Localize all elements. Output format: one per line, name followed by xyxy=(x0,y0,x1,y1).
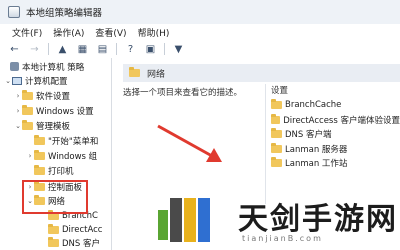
folder-icon xyxy=(129,67,140,77)
folder-icon xyxy=(34,149,45,160)
menu-help[interactable]: 帮助(H) xyxy=(138,26,170,39)
folder-icon xyxy=(271,142,282,153)
highlight-box xyxy=(22,180,88,214)
details-header-title: 网络 xyxy=(147,69,166,80)
folder-icon xyxy=(271,157,282,168)
tree-item-label: Windows 组 xyxy=(48,151,98,162)
filter-icon[interactable]: ▼ xyxy=(172,43,185,56)
folder-icon xyxy=(271,128,282,139)
tree-item-local-policy[interactable]: 本地计算机 策略 xyxy=(2,60,84,73)
folder-icon xyxy=(22,104,33,115)
toolbar-separator xyxy=(116,43,117,55)
watermark: 天剑手游网 tianjianB.com xyxy=(146,188,400,250)
watermark-url: tianjianB.com xyxy=(242,234,323,243)
app-icon xyxy=(8,6,20,18)
title-bar: 本地组策略编辑器 xyxy=(0,0,400,24)
setting-item-label: DNS 客户端 xyxy=(285,130,332,141)
tree-item-label: 计算机配置 xyxy=(25,76,68,87)
setting-item-label: Lanman 工作站 xyxy=(285,159,348,170)
folder-icon xyxy=(271,99,282,110)
menu-file[interactable]: 文件(F) xyxy=(12,26,42,39)
tree-item-label: 本地计算机 策略 xyxy=(22,62,85,73)
tree-item-windows-settings[interactable]: › Windows 设置 xyxy=(14,104,94,117)
setting-item-lanman-workstation[interactable]: Lanman 工作站 xyxy=(271,156,400,171)
setting-item-lanman-server[interactable]: Lanman 服务器 xyxy=(271,142,400,157)
setting-item-label: BranchCache xyxy=(285,100,342,111)
folder-icon xyxy=(22,119,33,130)
folder-icon xyxy=(48,236,59,247)
folder-icon xyxy=(48,223,59,234)
chevron-right-icon[interactable]: › xyxy=(14,92,22,100)
folder-icon xyxy=(34,164,45,175)
annotation-arrow-icon xyxy=(157,124,222,162)
tree-item-label: 打印机 xyxy=(48,166,74,177)
console-tree: 本地计算机 策略 ⌄ 计算机配置 › 软件设置 › Windows 设置 ⌄ 管… xyxy=(0,58,112,250)
setting-item-directaccess[interactable]: DirectAccess 客户端体验设置 xyxy=(271,113,400,128)
computer-icon xyxy=(12,76,22,85)
computer-policy-icon xyxy=(10,62,19,71)
help-icon[interactable]: ? xyxy=(124,43,137,56)
tree-item-windows-components[interactable]: › Windows 组 xyxy=(26,149,97,162)
chevron-right-icon[interactable]: › xyxy=(26,152,34,160)
folder-icon xyxy=(22,89,33,100)
tree-item-label: DirectAcc xyxy=(62,224,103,235)
folder-icon xyxy=(34,134,45,145)
setting-item-dns-client[interactable]: DNS 客户端 xyxy=(271,127,400,142)
view-icon[interactable]: ▣ xyxy=(144,43,157,56)
settings-column-header[interactable]: 设置 xyxy=(271,84,288,96)
chevron-down-icon[interactable]: ⌄ xyxy=(4,77,12,85)
toolbar: ← → ▲ ▦ ▤ ? ▣ ▼ xyxy=(0,40,400,58)
setting-item-label: Lanman 服务器 xyxy=(285,144,348,155)
chevron-down-icon[interactable]: ⌄ xyxy=(14,122,22,130)
tree-item-directaccess[interactable]: DirectAcc xyxy=(48,223,102,236)
menu-bar: 文件(F) 操作(A) 查看(V) 帮助(H) xyxy=(0,24,400,40)
setting-item-branchcache[interactable]: BranchCache xyxy=(271,98,400,113)
tree-item-printers[interactable]: 打印机 xyxy=(26,164,74,177)
menu-action[interactable]: 操作(A) xyxy=(53,26,84,39)
tree-item-label: DNS 客户 xyxy=(62,238,101,249)
toolbar-separator xyxy=(48,43,49,55)
menu-view[interactable]: 查看(V) xyxy=(95,26,126,39)
details-header: 网络 xyxy=(123,64,400,82)
watermark-logo-icon xyxy=(158,198,210,242)
forward-icon[interactable]: → xyxy=(28,43,41,56)
tree-item-label: Windows 设置 xyxy=(36,106,94,117)
tree-item-admin-templates[interactable]: ⌄ 管理模板 xyxy=(14,119,70,132)
watermark-text: 天剑手游网 xyxy=(238,202,398,237)
tree-item-software-settings[interactable]: › 软件设置 xyxy=(14,89,70,102)
description-text: 选择一个项目来查看它的描述。 xyxy=(123,88,243,98)
chevron-right-icon[interactable]: › xyxy=(14,107,22,115)
tree-item-label: 管理模板 xyxy=(36,121,71,132)
properties-icon[interactable]: ▤ xyxy=(96,43,109,56)
tree-item-dns-client[interactable]: DNS 客户 xyxy=(48,236,100,249)
window-title: 本地组策略编辑器 xyxy=(26,8,103,19)
folder-icon xyxy=(271,113,281,124)
show-tree-icon[interactable]: ▦ xyxy=(76,43,89,56)
back-icon[interactable]: ← xyxy=(8,43,21,56)
tree-item-computer-config[interactable]: ⌄ 计算机配置 xyxy=(4,74,68,87)
up-folder-icon[interactable]: ▲ xyxy=(56,43,69,56)
settings-list: BranchCache DirectAccess 客户端体验设置 DNS 客户端… xyxy=(271,98,400,171)
setting-item-label: DirectAccess 客户端体验设置 xyxy=(283,115,400,126)
tree-item-label: "开始"菜单和 xyxy=(48,136,99,147)
column-divider xyxy=(265,84,266,204)
tree-item-start-menu[interactable]: "开始"菜单和 xyxy=(26,134,98,147)
toolbar-separator xyxy=(164,43,165,55)
tree-item-label: 软件设置 xyxy=(36,91,71,102)
